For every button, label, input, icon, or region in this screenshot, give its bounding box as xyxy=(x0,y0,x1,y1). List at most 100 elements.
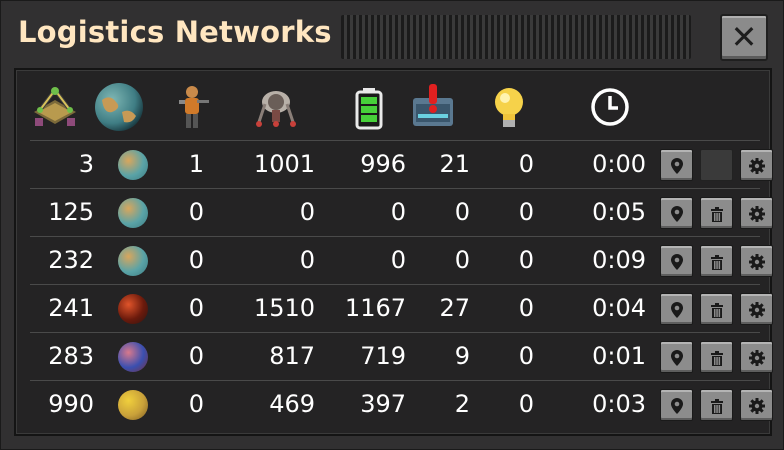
locate-button[interactable] xyxy=(660,197,693,229)
delete-button xyxy=(700,149,733,181)
characters-count: 0 xyxy=(188,294,204,322)
table-row: 990 0 469 397 2 0 0:03 xyxy=(30,380,773,428)
map-pin-icon xyxy=(671,398,683,414)
delete-button[interactable] xyxy=(700,197,733,229)
time-value: 0:04 xyxy=(592,294,646,322)
drag-handle[interactable] xyxy=(341,15,691,59)
requests-count: 9 xyxy=(454,342,470,370)
trash-icon xyxy=(711,207,723,222)
settings-button[interactable] xyxy=(740,197,773,229)
table-header xyxy=(16,70,770,140)
map-pin-icon xyxy=(671,206,683,222)
lightbulb-icon xyxy=(495,88,523,127)
trash-icon xyxy=(711,303,723,318)
gear-icon xyxy=(749,302,765,318)
lights-count: 0 xyxy=(518,294,534,322)
time-value: 0:05 xyxy=(592,198,646,226)
network-id: 125 xyxy=(48,198,94,226)
charging-count: 719 xyxy=(360,342,406,370)
gear-icon xyxy=(749,206,765,222)
time-value: 0:01 xyxy=(592,342,646,370)
engineer-icon xyxy=(179,86,209,128)
logistics-networks-window: Logistics Networks ✕ 3 1 1001 996 21 0 0… xyxy=(0,0,784,450)
lights-count: 0 xyxy=(518,390,534,418)
locate-button[interactable] xyxy=(660,341,693,373)
settings-button[interactable] xyxy=(740,389,773,421)
robot-icon xyxy=(256,91,296,127)
characters-count: 0 xyxy=(188,246,204,274)
time-value: 0:00 xyxy=(592,150,646,178)
charging-count: 0 xyxy=(390,198,406,226)
robots-count: 817 xyxy=(269,342,315,370)
locate-button[interactable] xyxy=(660,293,693,325)
lights-count: 0 xyxy=(518,246,534,274)
network-id: 283 xyxy=(48,342,94,370)
lights-count: 0 xyxy=(518,342,534,370)
map-pin-icon xyxy=(671,254,683,270)
lights-count: 0 xyxy=(518,198,534,226)
requests-count: 21 xyxy=(439,150,470,178)
charging-count: 1167 xyxy=(344,294,406,322)
window-title: Logistics Networks xyxy=(18,15,332,49)
lights-count: 0 xyxy=(518,150,534,178)
settings-button[interactable] xyxy=(740,293,773,325)
gear-icon xyxy=(749,254,765,270)
requests-count: 0 xyxy=(454,246,470,274)
network-id: 3 xyxy=(78,150,94,178)
gleba-planet-icon xyxy=(118,342,148,372)
map-pin-icon xyxy=(671,350,683,366)
robots-count: 1001 xyxy=(253,150,315,178)
roboport-icon xyxy=(34,86,76,126)
delete-button[interactable] xyxy=(700,245,733,277)
characters-count: 0 xyxy=(188,342,204,370)
delete-button[interactable] xyxy=(700,389,733,421)
planet-icon xyxy=(95,83,143,131)
delete-button[interactable] xyxy=(700,341,733,373)
table-row: 125 0 0 0 0 0 0:05 xyxy=(30,188,773,236)
charging-count: 397 xyxy=(360,390,406,418)
clock-icon xyxy=(591,88,629,126)
nauvis-planet-icon xyxy=(118,198,148,228)
fulgora-planet-icon xyxy=(118,390,148,420)
gear-icon xyxy=(749,350,765,366)
locate-button[interactable] xyxy=(660,389,693,421)
network-id: 241 xyxy=(48,294,94,322)
time-value: 0:03 xyxy=(592,390,646,418)
delete-button[interactable] xyxy=(700,293,733,325)
settings-button[interactable] xyxy=(740,149,773,181)
network-id: 990 xyxy=(48,390,94,418)
vulcanus-planet-icon xyxy=(118,294,148,324)
characters-count: 1 xyxy=(188,150,204,178)
map-pin-icon xyxy=(671,158,683,174)
table-row: 283 0 817 719 9 0 0:01 xyxy=(30,332,773,380)
robots-count: 469 xyxy=(269,390,315,418)
charging-count: 0 xyxy=(390,246,406,274)
robots-count: 0 xyxy=(299,198,315,226)
gear-icon xyxy=(749,398,765,414)
battery-icon xyxy=(355,88,383,130)
close-button[interactable]: ✕ xyxy=(720,14,768,61)
trash-icon xyxy=(711,255,723,270)
nauvis-planet-icon xyxy=(118,150,148,180)
robots-count: 1510 xyxy=(253,294,315,322)
chest-alert-icon xyxy=(413,84,453,126)
characters-count: 0 xyxy=(188,390,204,418)
trash-icon xyxy=(711,351,723,366)
time-value: 0:09 xyxy=(592,246,646,274)
locate-button[interactable] xyxy=(660,149,693,181)
nauvis-planet-icon xyxy=(118,246,148,276)
close-icon: ✕ xyxy=(730,18,758,56)
settings-button[interactable] xyxy=(740,341,773,373)
settings-button[interactable] xyxy=(740,245,773,277)
charging-count: 996 xyxy=(360,150,406,178)
map-pin-icon xyxy=(671,302,683,318)
table-row: 3 1 1001 996 21 0 0:00 xyxy=(30,140,773,188)
characters-count: 0 xyxy=(188,198,204,226)
table-row: 241 0 1510 1167 27 0 0:04 xyxy=(30,284,773,332)
gear-icon xyxy=(749,158,765,174)
trash-icon xyxy=(711,399,723,414)
requests-count: 2 xyxy=(454,390,470,418)
table-row: 232 0 0 0 0 0 0:09 xyxy=(30,236,773,284)
locate-button[interactable] xyxy=(660,245,693,277)
requests-count: 0 xyxy=(454,198,470,226)
